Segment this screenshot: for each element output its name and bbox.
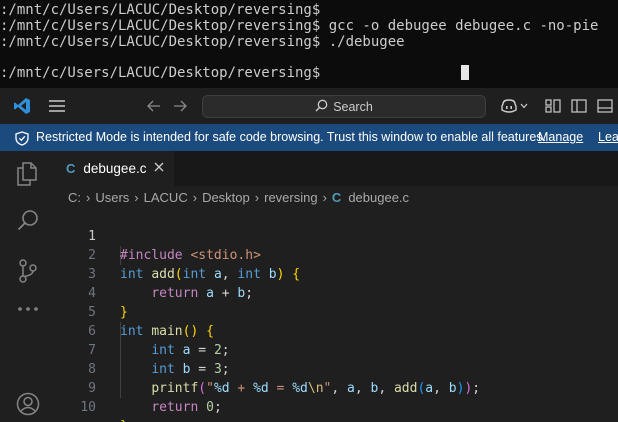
terminal-window[interactable]: :/mnt/c/Users/LACUC/Desktop/reversing$ :…	[0, 0, 618, 88]
breadcrumb-item[interactable]: Users	[95, 190, 129, 205]
code-line: 3 return a + b;	[52, 246, 618, 301]
code-text: return 0;	[151, 400, 222, 415]
code-line: 2 int add(int a, int b) {	[52, 227, 618, 282]
code-line: 5 int main() {	[52, 284, 618, 339]
toggle-panel-icon[interactable]	[597, 98, 613, 114]
chevron-right-icon: ›	[322, 189, 327, 205]
terminal-line: :/mnt/c/Users/LACUC/Desktop/reversing$	[0, 65, 329, 81]
breadcrumb-item[interactable]: reversing	[264, 190, 317, 205]
code-line: 8 printf("%d + %d = %d\n", a, b, add(a, …	[52, 341, 618, 396]
accounts-icon[interactable]	[16, 392, 40, 416]
terminal-cursor	[461, 65, 469, 80]
terminal-line: :/mnt/c/Users/LACUC/Desktop/reversing$	[0, 2, 329, 18]
code-line: 9 return 0;	[52, 360, 618, 415]
chevron-down-icon[interactable]	[519, 100, 529, 112]
breadcrumb: C: › Users › LACUC › Desktop › reversing…	[52, 186, 618, 208]
customize-layout-icon[interactable]	[545, 98, 561, 114]
code-line: 4 }	[52, 265, 618, 320]
shield-icon	[14, 130, 30, 146]
editor-tabs: C debugee.c	[52, 151, 618, 186]
code-line: 6 int a = 2;	[52, 303, 618, 358]
restricted-mode-banner: Restricted Mode is intended for safe cod…	[0, 124, 618, 151]
command-center-search[interactable]: Search	[202, 95, 486, 118]
code-line: 7 int b = 3;	[52, 322, 618, 377]
c-file-icon: C	[331, 189, 342, 205]
terminal-line: :/mnt/c/Users/LACUC/Desktop/reversing$ g…	[0, 18, 599, 34]
vscode-window: Search Restricted Mode is intended for s…	[0, 88, 618, 422]
tab-label: debugee.c	[83, 161, 147, 176]
more-icon[interactable]	[16, 304, 40, 314]
breadcrumb-item[interactable]: C:	[68, 190, 81, 205]
terminal-line: :/mnt/c/Users/LACUC/Desktop/reversing$ .…	[0, 34, 405, 50]
toggle-sidebar-icon[interactable]	[571, 98, 587, 114]
title-bar: Search	[0, 88, 618, 124]
copilot-icon[interactable]	[500, 97, 518, 115]
code-editor[interactable]: 1 #include <stdio.h> 2 int add(int a, in…	[52, 208, 618, 422]
code-line: 10 }	[52, 379, 618, 422]
tab-debugee-c[interactable]: C debugee.c	[52, 151, 174, 186]
breadcrumb-item[interactable]: Desktop	[202, 190, 250, 205]
code-text: }	[120, 417, 128, 422]
line-number: 10	[80, 400, 96, 415]
search-label: Search	[333, 99, 373, 114]
chevron-right-icon: ›	[86, 189, 91, 205]
breadcrumb-item[interactable]: LACUC	[144, 190, 188, 205]
search-icon	[315, 99, 328, 115]
source-control-icon[interactable]	[17, 258, 39, 284]
search-icon[interactable]	[16, 208, 40, 232]
chevron-right-icon: ›	[254, 189, 260, 205]
c-file-icon: C	[66, 161, 76, 176]
code-line: 1 #include <stdio.h>	[52, 208, 618, 263]
chevron-right-icon: ›	[192, 189, 198, 205]
manage-link[interactable]: Manage	[538, 130, 583, 144]
chevron-right-icon: ›	[134, 189, 139, 205]
learn-more-link[interactable]: Lea	[598, 130, 618, 144]
explorer-icon[interactable]	[15, 161, 39, 187]
back-arrow-icon[interactable]	[146, 98, 162, 114]
vscode-logo-icon	[12, 97, 32, 115]
banner-message: Restricted Mode is intended for safe cod…	[36, 130, 546, 144]
forward-arrow-icon[interactable]	[172, 98, 188, 114]
hamburger-menu-icon[interactable]	[47, 98, 67, 114]
close-icon[interactable]	[152, 160, 166, 177]
activity-bar	[0, 151, 52, 422]
breadcrumb-file[interactable]: debugee.c	[348, 190, 409, 205]
